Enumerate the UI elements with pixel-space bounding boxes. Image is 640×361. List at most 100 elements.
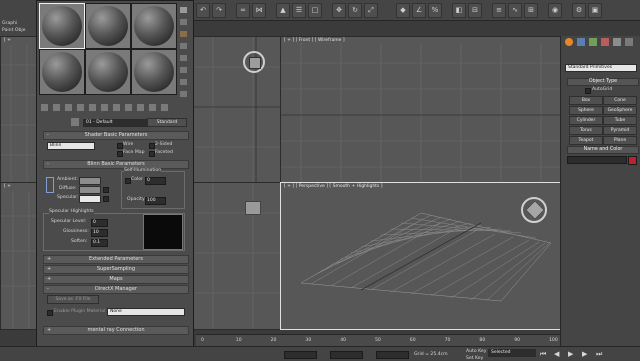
box-button[interactable]: Box [569,96,603,105]
diffuse-map-button[interactable] [103,187,109,193]
viewport-front[interactable]: [ + ] [ Front ] [ Wireframe ] [280,36,562,184]
autogrid-checkbox[interactable] [585,88,591,94]
enable-plugin-checkbox[interactable] [47,310,53,316]
angle-snap-icon[interactable]: ∠ [412,3,426,18]
rollout-maps[interactable]: + Maps [43,275,189,284]
sample-type-icon[interactable] [180,7,187,13]
rollout-supersampling[interactable]: + SuperSampling [43,265,189,274]
viewport-left[interactable]: [ + [0,182,38,330]
play-icon[interactable]: ▶ [568,350,573,358]
viewcube-icon[interactable] [243,51,265,73]
self-illum-value[interactable]: 0 [145,177,166,185]
make-unique-icon[interactable] [89,104,96,111]
scale-icon[interactable]: ⤢ [364,3,378,18]
material-id-icon[interactable] [113,104,120,111]
sphere-button[interactable]: Sphere [569,106,603,115]
render-setup-icon[interactable]: ⚙ [572,3,586,18]
put-to-library-icon[interactable] [101,104,108,111]
geosphere-button[interactable]: GeoSphere [603,106,637,115]
snap-icon[interactable]: ◆ [396,3,410,18]
sample-slot-5[interactable] [85,49,131,95]
sample-slot-1[interactable] [39,3,85,49]
cylinder-button[interactable]: Cylinder [569,116,603,125]
make-preview-icon[interactable] [180,67,187,73]
viewport-perspective[interactable]: [ + ] [ Perspective ] [ Smooth + Highlig… [280,182,562,330]
hierarchy-tab-icon[interactable] [589,38,597,46]
viewport-top-label[interactable]: [ + [4,38,11,43]
go-to-start-icon[interactable]: ⏮ [540,350,546,359]
cone-button[interactable]: Cone [603,96,637,105]
object-name-field[interactable] [567,156,627,164]
pyramid-button[interactable]: Pyramid [603,126,637,135]
unlink-icon[interactable]: ⋈ [252,3,266,18]
schematic-icon[interactable]: ⊞ [524,3,538,18]
video-check-icon[interactable] [180,55,187,61]
specular-map-button[interactable] [103,196,109,202]
align-icon[interactable]: ⊟ [468,3,482,18]
plane-button[interactable]: Plane [603,136,637,145]
uv-tiling-icon[interactable] [180,43,187,49]
region-select-icon[interactable]: □ [308,3,322,18]
save-fx-button[interactable]: Save as .FX File [47,295,99,304]
select-by-name-icon[interactable]: ☰ [292,3,306,18]
opacity-value[interactable]: 100 [145,197,166,205]
link-icon[interactable]: ∞ [236,3,250,18]
material-editor-icon[interactable]: ◉ [548,3,562,18]
lock-ambient-diffuse-icon[interactable] [46,177,54,193]
material-name-field[interactable]: 01 - Default [83,119,147,127]
show-map-icon[interactable] [125,104,132,111]
ribbon-tab-paint-objects[interactable]: Paint Obje [2,28,25,33]
primitive-category-dropdown[interactable]: Standard Primitives [565,64,637,72]
shader-dropdown[interactable]: Blinn [47,142,95,150]
glossiness-value[interactable]: 10 [91,229,108,237]
set-key-label[interactable]: Set Key [466,356,483,361]
background-icon[interactable] [180,31,187,37]
go-to-parent-icon[interactable] [149,104,156,111]
modify-tab-icon[interactable] [577,38,585,46]
next-frame-icon[interactable]: ▶ [582,350,587,358]
previous-frame-icon[interactable]: ◀ [554,350,559,358]
specular-color-swatch[interactable] [79,195,101,203]
render-icon[interactable]: ▣ [588,3,602,18]
get-material-icon[interactable] [41,104,48,111]
tube-button[interactable]: Tube [603,116,637,125]
motion-tab-icon[interactable] [601,38,609,46]
backlight-icon[interactable] [180,19,187,25]
sample-slot-2[interactable] [85,3,131,49]
select-icon[interactable]: ▲ [276,3,290,18]
percent-snap-icon[interactable]: % [428,3,442,18]
diffuse-color-swatch[interactable] [79,186,101,194]
go-forward-sibling-icon[interactable] [161,104,168,111]
sample-slot-3[interactable] [131,3,177,49]
ribbon-tab-graphite[interactable]: Graphi [2,21,17,26]
viewport-top[interactable]: [ + [0,36,38,184]
selection-set-dropdown[interactable]: Selected [488,349,536,357]
z-coordinate-field[interactable] [376,351,409,359]
sample-slot-6[interactable] [131,49,177,95]
rollout-blinn-basic[interactable]: - Blinn Basic Parameters [43,160,189,169]
move-icon[interactable]: ✥ [332,3,346,18]
mirror-icon[interactable]: ◧ [452,3,466,18]
undo-icon[interactable]: ↶ [196,3,210,18]
plugin-material-dropdown[interactable]: None [107,308,185,316]
object-color-swatch[interactable] [628,156,637,165]
specular-level-value[interactable]: 0 [91,219,108,227]
sample-slot-4[interactable] [39,49,85,95]
viewcube-left-icon[interactable] [245,201,261,215]
rollout-shader-basic[interactable]: - Shader Basic Parameters [43,131,189,140]
viewport-left-label[interactable]: [ + [4,184,11,189]
rollout-mental-ray[interactable]: + mental ray Connection [43,326,189,335]
object-type-header[interactable]: Object Type [567,78,639,86]
reset-map-icon[interactable] [77,104,84,111]
viewport-left-strip[interactable] [192,182,282,330]
create-tab-icon[interactable] [565,38,573,46]
rollout-extended[interactable]: + Extended Parameters [43,255,189,264]
ambient-color-swatch[interactable] [79,177,101,185]
select-by-material-icon[interactable] [180,91,187,97]
y-coordinate-field[interactable] [330,351,363,359]
auto-key-label[interactable]: Auto Key [466,349,486,354]
viewcube-perspective-icon[interactable] [521,197,547,223]
material-type-button[interactable]: Standard [147,118,187,127]
teapot-button[interactable]: Teapot [569,136,603,145]
name-and-color-header[interactable]: Name and Color [567,146,639,154]
